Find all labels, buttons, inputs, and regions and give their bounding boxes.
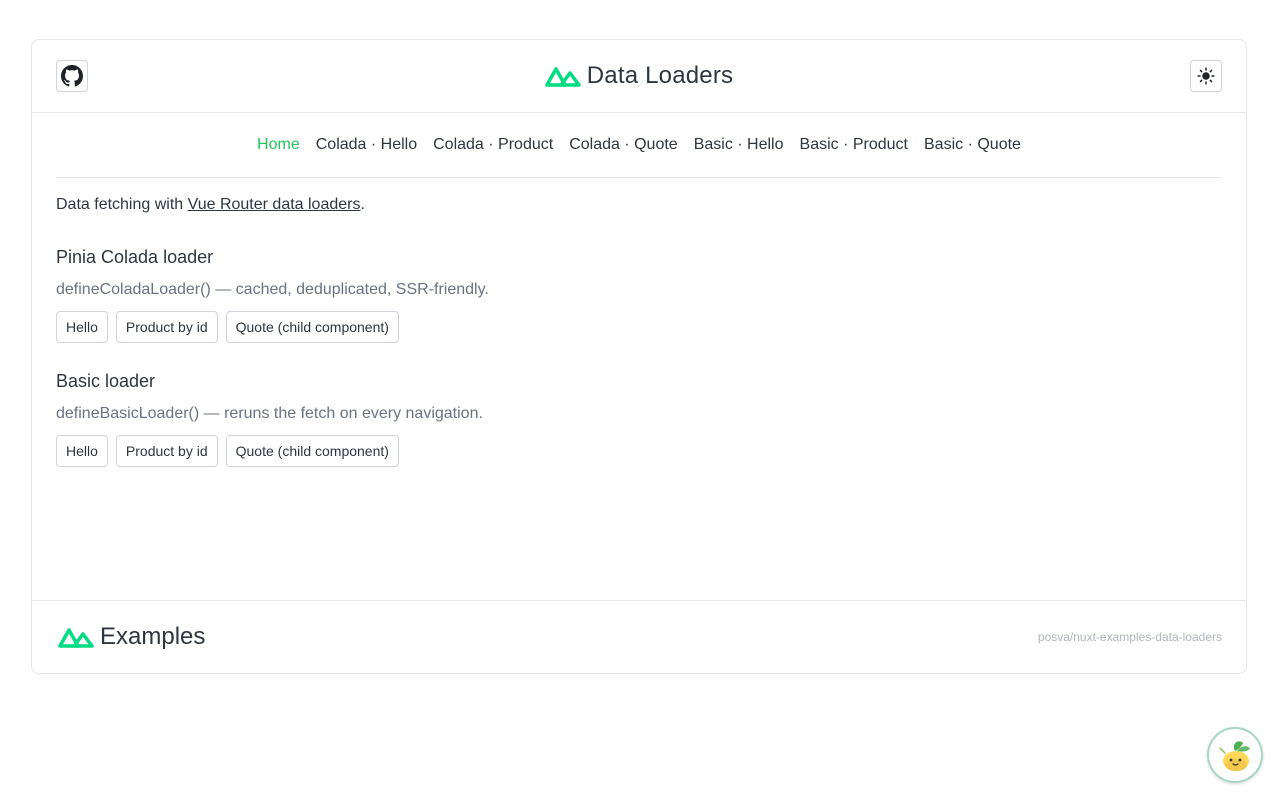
app-card: Data Loaders Home Colada · Hello Colada … xyxy=(31,39,1247,674)
repo-link[interactable]: posva/nuxt-examples-data-loaders xyxy=(1038,630,1222,644)
section-desc-colada: defineColadaLoader() — cached, deduplica… xyxy=(56,281,489,298)
button-row-colada: Hello Product by id Quote (child compone… xyxy=(56,311,1222,343)
main-content: Home Colada · Hello Colada · Product Col… xyxy=(32,113,1246,467)
nav-item-colada-product[interactable]: Colada · Product xyxy=(433,136,553,154)
main-nav: Home Colada · Hello Colada · Product Col… xyxy=(56,113,1222,178)
theme-toggle-button[interactable] xyxy=(1190,60,1222,92)
nav-item-colada-hello[interactable]: Colada · Hello xyxy=(316,136,417,154)
nuxt-logo-icon xyxy=(545,67,581,87)
colada-quote-button[interactable]: Quote (child component) xyxy=(225,311,399,343)
basic-product-button[interactable]: Product by id xyxy=(115,435,218,467)
footer: Examples posva/nuxt-examples-data-loader… xyxy=(32,600,1246,673)
footer-title: Examples xyxy=(100,623,206,650)
devtools-button[interactable] xyxy=(1207,727,1263,783)
vue-router-link[interactable]: Vue Router data loaders xyxy=(188,196,361,213)
pinia-mascot-icon xyxy=(1219,741,1250,771)
nav-item-basic-quote[interactable]: Basic · Quote xyxy=(924,136,1021,154)
basic-hello-button[interactable]: Hello xyxy=(56,435,108,467)
footer-brand: Examples xyxy=(58,623,205,651)
header-bar: Data Loaders xyxy=(32,40,1246,113)
section-desc-basic: defineBasicLoader() — reruns the fetch o… xyxy=(56,405,483,422)
sun-icon xyxy=(1197,67,1215,85)
brand: Data Loaders xyxy=(32,40,1246,112)
intro-text: Data fetching with Vue Router data loade… xyxy=(56,196,1222,216)
colada-product-button[interactable]: Product by id xyxy=(115,311,218,343)
app-title: Data Loaders xyxy=(586,62,734,89)
nuxt-logo-icon xyxy=(58,628,94,648)
nav-item-colada-quote[interactable]: Colada · Quote xyxy=(569,136,678,154)
nav-item-basic-hello[interactable]: Basic · Hello xyxy=(694,136,784,154)
nav-item-home[interactable]: Home xyxy=(257,136,300,154)
intro-prefix: Data fetching with xyxy=(56,196,188,213)
section-title-colada: Pinia Colada loader xyxy=(56,247,214,267)
section-title-basic: Basic loader xyxy=(56,371,156,391)
basic-quote-button[interactable]: Quote (child component) xyxy=(225,435,399,467)
colada-hello-button[interactable]: Hello xyxy=(56,311,108,343)
intro-suffix: . xyxy=(360,196,365,213)
nav-item-basic-product[interactable]: Basic · Product xyxy=(800,136,908,154)
button-row-basic: Hello Product by id Quote (child compone… xyxy=(56,435,1222,467)
